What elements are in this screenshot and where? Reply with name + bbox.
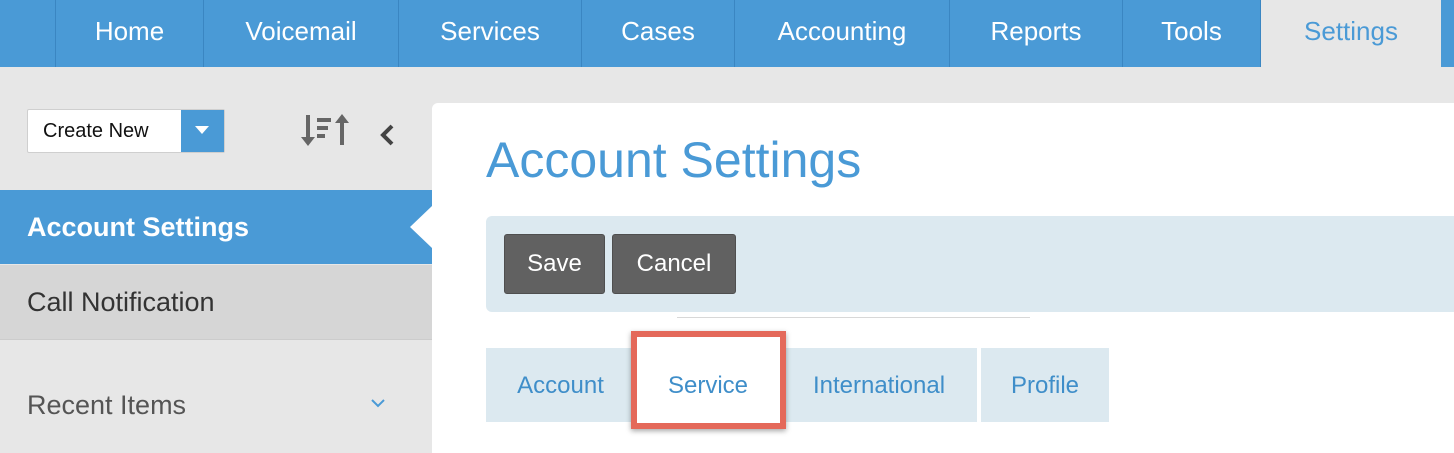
highlight-annotation: [631, 331, 786, 429]
nav-tab-tools[interactable]: Tools: [1123, 0, 1261, 67]
main-panel: Account Settings Save Cancel Account Ser…: [432, 103, 1454, 453]
nav-tab-cases[interactable]: Cases: [582, 0, 735, 67]
nav-spacer: [0, 0, 56, 67]
page-title: Account Settings: [486, 132, 862, 188]
nav-tab-accounting[interactable]: Accounting: [735, 0, 950, 67]
caret-down-icon: [195, 126, 209, 134]
sort-icon[interactable]: [300, 113, 360, 149]
recent-items-header[interactable]: Recent Items: [0, 370, 432, 440]
cancel-button[interactable]: Cancel: [612, 234, 736, 294]
nav-tab-settings[interactable]: Settings: [1261, 0, 1441, 67]
active-indicator: [410, 206, 432, 248]
tab-profile[interactable]: Profile: [981, 348, 1109, 422]
action-bar: Save Cancel: [486, 216, 1454, 312]
nav-tab-services[interactable]: Services: [399, 0, 582, 67]
save-button[interactable]: Save: [504, 234, 605, 294]
tabs-divider: [677, 317, 1030, 318]
sidebar-item-call-notification[interactable]: Call Notification: [0, 265, 432, 340]
tab-international[interactable]: International: [781, 348, 977, 422]
recent-items-label: Recent Items: [27, 390, 187, 420]
collapse-left-icon[interactable]: [378, 124, 396, 146]
sidebar-item-label: Call Notification: [27, 287, 215, 317]
create-new-toggle[interactable]: [181, 110, 224, 152]
create-new-dropdown[interactable]: Create New: [27, 109, 225, 153]
chevron-down-icon[interactable]: [371, 398, 385, 408]
tab-account[interactable]: Account: [486, 348, 635, 422]
create-new-label: Create New: [43, 120, 149, 142]
nav-edge: [1441, 0, 1454, 67]
nav-tab-reports[interactable]: Reports: [950, 0, 1123, 67]
top-nav: Home Voicemail Services Cases Accounting…: [0, 0, 1454, 67]
nav-tab-voicemail[interactable]: Voicemail: [204, 0, 399, 67]
sidebar-item-account-settings[interactable]: Account Settings: [0, 190, 432, 264]
sidebar-item-label: Account Settings: [27, 212, 250, 242]
nav-tab-home[interactable]: Home: [56, 0, 204, 67]
